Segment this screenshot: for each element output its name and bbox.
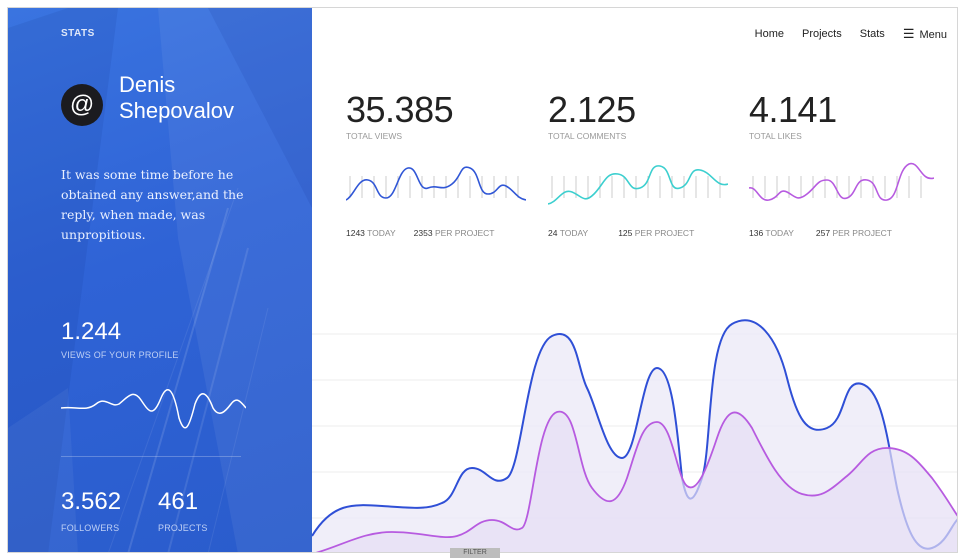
views-per-project-value: 2353 [413, 228, 433, 238]
stat-comments-label: TOTAL COMMENTS [548, 131, 627, 141]
profile-quote: It was some time before he obtained any … [61, 167, 244, 242]
profile-sidebar: STATS @ Denis Shepovalov It was some tim… [8, 8, 312, 552]
stat-views-label: TOTAL VIEWS [346, 131, 403, 141]
hamburger-icon: ☰ [902, 26, 915, 41]
top-nav: Home Projects Stats ☰ Menu [755, 26, 947, 41]
stat-comments-value: 2.125 [548, 89, 636, 130]
comments-per-project-value: 125 [618, 228, 633, 238]
likes-today-value: 136 [749, 228, 764, 238]
followers-label: FOLLOWERS [61, 523, 120, 533]
likes-today-label: TODAY [765, 228, 794, 238]
likes-breakdown: 136 TODAY 257 PER PROJECT [749, 228, 892, 238]
app-window: STATS @ Denis Shepovalov It was some tim… [7, 7, 958, 553]
profile-views-label: VIEWS OF YOUR PROFILE [61, 350, 179, 360]
likes-per-project-value: 257 [815, 228, 831, 238]
user-name: Denis Shepovalov [119, 72, 269, 124]
nav-stats[interactable]: Stats [860, 28, 885, 41]
nav-home[interactable]: Home [755, 28, 784, 41]
menu-label: Menu [919, 29, 947, 41]
activity-area-chart [312, 319, 957, 552]
comments-today-label: TODAY [559, 228, 589, 238]
profile-views-sparkline [61, 388, 246, 429]
comments-sparkline [548, 165, 728, 205]
stat-likes-label: TOTAL LIKES [749, 131, 802, 141]
menu-button[interactable]: ☰ Menu [902, 26, 947, 41]
user-name-text: Denis Shepovalov [119, 72, 234, 123]
likes-per-project-label: PER PROJECT [832, 228, 892, 238]
likes-sparkline [749, 162, 934, 201]
section-label: STATS [61, 28, 95, 39]
comments-breakdown: 24 TODAY 125 PER PROJECT [548, 228, 694, 238]
nav-projects[interactable]: Projects [802, 28, 842, 41]
projects-value: 461 [158, 488, 199, 515]
stat-views-value: 35.385 [346, 89, 454, 130]
avatar[interactable]: @ [61, 84, 103, 126]
views-today-value: 1243 [346, 228, 365, 238]
stat-likes: 4.141 TOTAL LIKES [749, 89, 929, 142]
views-sparkline [346, 166, 526, 201]
profile-views-value: 1.244 [61, 318, 122, 345]
views-breakdown: 1243 TODAY 2353 PER PROJECT [346, 228, 494, 238]
stat-likes-value: 4.141 [749, 89, 837, 130]
followers-value: 3.562 [61, 488, 122, 515]
projects-label: PROJECTS [158, 523, 208, 533]
stat-comments: 2.125 TOTAL COMMENTS [548, 89, 728, 142]
comments-today-value: 24 [548, 228, 558, 238]
stat-views: 35.385 TOTAL VIEWS [346, 89, 526, 142]
comments-per-project-label: PER PROJECT [634, 228, 695, 238]
filter-tab[interactable]: FILTER [450, 548, 500, 558]
views-per-project-label: PER PROJECT [434, 228, 495, 238]
views-today-label: TODAY [367, 228, 396, 238]
sidebar-divider [61, 456, 241, 457]
